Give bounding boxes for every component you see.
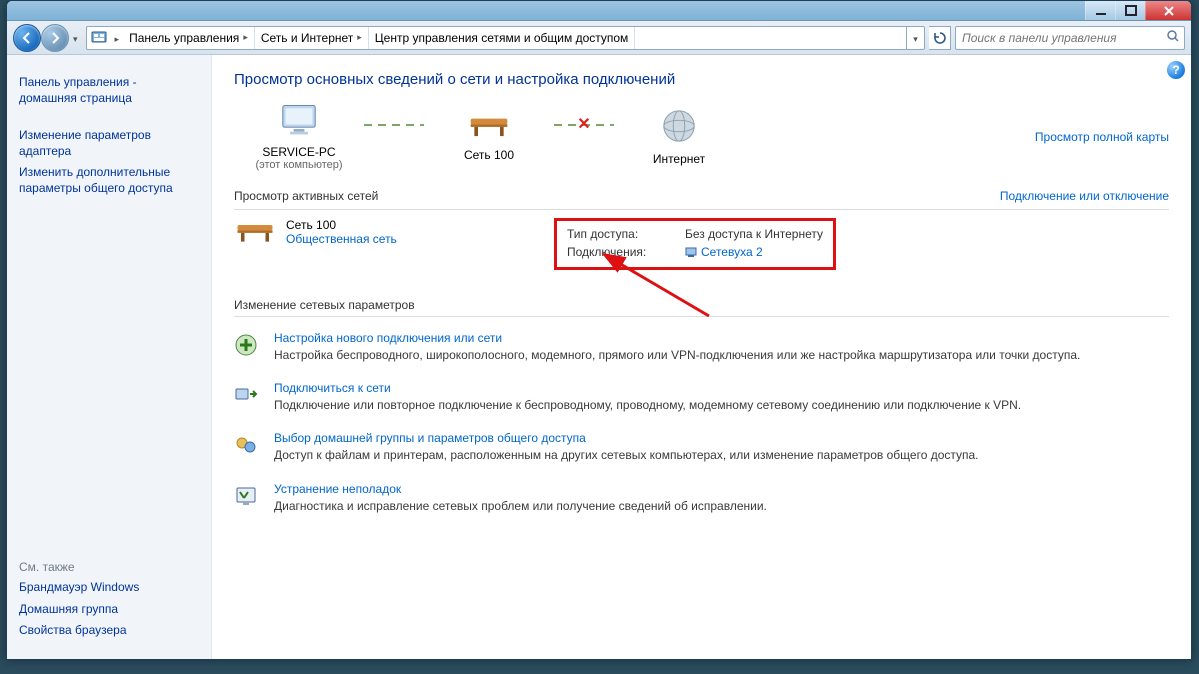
- nav-back-button[interactable]: [13, 24, 41, 52]
- sidebar-link-firewall[interactable]: Брандмауэр Windows: [19, 580, 199, 596]
- address-bar: Панель управления▸ Сеть и Интернет▸ Цент…: [7, 21, 1191, 55]
- search-box[interactable]: [955, 26, 1185, 50]
- window-titlebar: [7, 1, 1191, 21]
- active-net-type-link[interactable]: Общественная сеть: [286, 232, 397, 246]
- active-net-name: Сеть 100: [286, 218, 397, 232]
- main-content: Просмотр основных сведений о сети и наст…: [212, 55, 1191, 659]
- map-connector-1: [364, 124, 424, 126]
- map-this-pc: SERVICE-PC (этот компьютер): [234, 102, 364, 171]
- nav-forward-button[interactable]: [41, 24, 69, 52]
- map-this-pc-sublabel: (этот компьютер): [234, 159, 364, 171]
- task-homegroup-sharing[interactable]: Выбор домашней группы и параметров общег…: [234, 431, 1169, 463]
- sidebar: Панель управления - домашняя страница Из…: [7, 55, 212, 659]
- new-connection-icon: [234, 333, 260, 360]
- task-desc: Диагностика и исправление сетевых пробле…: [274, 498, 767, 514]
- sidebar-home-line2: домашняя страница: [19, 91, 132, 105]
- task-new-connection[interactable]: Настройка нового подключения или сети На…: [234, 331, 1169, 363]
- connections-label: Подключения:: [567, 245, 667, 261]
- monitor-icon: [277, 102, 321, 138]
- active-network-block: Сеть 100 Общественная сеть Тип доступа: …: [234, 218, 1169, 270]
- refresh-button[interactable]: [929, 26, 951, 50]
- network-map-row: SERVICE-PC (этот компьютер) Сеть 100: [234, 102, 1169, 171]
- task-troubleshoot[interactable]: Устранение неполадок Диагностика и испра…: [234, 482, 1169, 514]
- map-network-label: Сеть 100: [424, 148, 554, 162]
- sidebar-seealso-label: См. также: [19, 560, 199, 574]
- task-title[interactable]: Настройка нового подключения или сети: [274, 331, 502, 345]
- map-internet-label: Интернет: [614, 152, 744, 166]
- control-panel-window: Панель управления▸ Сеть и Интернет▸ Цент…: [6, 0, 1192, 660]
- map-internet: Интернет: [614, 107, 744, 166]
- breadcrumb-item-2[interactable]: Центр управления сетями и общим доступом: [369, 27, 636, 49]
- task-desc: Настройка беспроводного, широкополосного…: [274, 347, 1080, 363]
- map-this-pc-label: SERVICE-PC: [234, 145, 364, 159]
- task-desc: Доступ к файлам и принтерам, расположенн…: [274, 447, 979, 463]
- nav-history-dropdown[interactable]: [73, 31, 78, 45]
- maximize-button[interactable]: [1115, 1, 1145, 20]
- connect-network-icon: [234, 383, 260, 410]
- search-icon: [1166, 29, 1180, 46]
- sidebar-link-advanced-sharing[interactable]: Изменить дополнительные параметры общего…: [19, 165, 199, 196]
- globe-icon: [660, 107, 698, 145]
- map-network: Сеть 100: [424, 111, 554, 162]
- access-type-label: Тип доступа:: [567, 227, 667, 241]
- nic-icon: [685, 246, 697, 258]
- page-heading: Просмотр основных сведений о сети и наст…: [234, 71, 1169, 88]
- active-nets-label: Просмотр активных сетей: [234, 189, 378, 203]
- breadcrumb-dropdown[interactable]: [906, 27, 924, 49]
- breadcrumb-item-0[interactable]: Панель управления▸: [123, 27, 255, 49]
- task-title[interactable]: Подключиться к сети: [274, 381, 391, 395]
- task-title[interactable]: Устранение неполадок: [274, 482, 401, 496]
- control-panel-icon: [87, 30, 111, 46]
- breadcrumb-root-chevron[interactable]: [111, 31, 124, 45]
- troubleshoot-icon: [234, 484, 260, 511]
- sidebar-home-link[interactable]: Панель управления - домашняя страница: [19, 75, 199, 106]
- close-button[interactable]: [1145, 1, 1191, 20]
- sidebar-home-line1: Панель управления -: [19, 75, 137, 89]
- breadcrumb-item-1[interactable]: Сеть и Интернет▸: [255, 27, 369, 49]
- sidebar-link-adapter-settings[interactable]: Изменение параметров адаптера: [19, 128, 199, 159]
- task-title[interactable]: Выбор домашней группы и параметров общег…: [274, 431, 586, 445]
- active-net-details-box: Тип доступа: Без доступа к Интернету Под…: [554, 218, 836, 270]
- task-desc: Подключение или повторное подключение к …: [274, 397, 1021, 413]
- map-connector-broken: [554, 124, 614, 126]
- sidebar-link-browser-props[interactable]: Свойства браузера: [19, 623, 199, 639]
- breadcrumb-bar[interactable]: Панель управления▸ Сеть и Интернет▸ Цент…: [86, 26, 925, 50]
- connection-link[interactable]: Сетевуха 2: [701, 245, 763, 259]
- bench-icon: [234, 218, 276, 246]
- homegroup-icon: [234, 433, 260, 460]
- bench-icon: [467, 111, 511, 141]
- connect-disconnect-link[interactable]: Подключение или отключение: [1000, 189, 1169, 203]
- task-connect-network[interactable]: Подключиться к сети Подключение или повт…: [234, 381, 1169, 413]
- full-map-link[interactable]: Просмотр полной карты: [1035, 130, 1169, 144]
- search-input[interactable]: [960, 30, 1166, 46]
- access-type-value: Без доступа к Интернету: [685, 227, 823, 241]
- sidebar-link-homegroup[interactable]: Домашняя группа: [19, 602, 199, 618]
- minimize-button[interactable]: [1085, 1, 1115, 20]
- change-params-label: Изменение сетевых параметров: [234, 298, 1169, 312]
